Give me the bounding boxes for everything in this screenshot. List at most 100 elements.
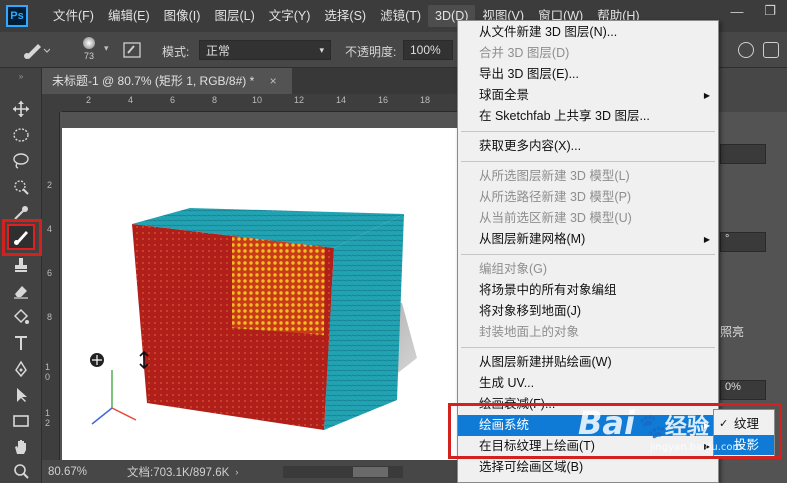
menu-item-generate-uv[interactable]: 生成 UV... <box>458 373 718 394</box>
menu-image[interactable]: 图像(I) <box>157 5 208 27</box>
ruler-tick: 6 <box>47 268 53 278</box>
menu-item-new-3d-layer-from-file[interactable]: 从文件新建 3D 图层(N)... <box>458 22 718 43</box>
close-icon[interactable]: × <box>270 74 277 88</box>
menu-item-new-mesh-from-layer[interactable]: 从图层新建网格(M) ▶ <box>458 229 718 250</box>
panel-select[interactable] <box>720 144 766 164</box>
opacity-label: 不透明度: <box>345 45 397 59</box>
document-size: 文档:703.1K/897.6K <box>127 466 230 479</box>
ruler-corner[interactable] <box>42 94 62 112</box>
mode-label: 模式: <box>162 45 190 59</box>
airbrush-icon[interactable] <box>738 42 754 58</box>
move-tool-icon[interactable] <box>7 96 35 122</box>
illuminate-label: 照亮 <box>720 325 745 339</box>
axis-widget[interactable] <box>91 370 137 425</box>
menu-file[interactable]: 文件(F) <box>46 5 101 27</box>
menu-item-spherical-panorama[interactable]: 球面全景 ▶ <box>458 85 718 106</box>
menu-item-group-objects: 编组对象(G) <box>479 262 548 276</box>
ruler-tick: 14 <box>336 95 347 105</box>
menu-separator <box>461 131 715 132</box>
canvas[interactable] <box>62 128 458 460</box>
pen-tool-icon[interactable] <box>7 356 35 382</box>
ruler-tick: 10 <box>252 95 263 105</box>
horizontal-ruler[interactable]: 2 4 6 8 10 12 14 16 18 <box>62 94 458 112</box>
menu-edit[interactable]: 编辑(E) <box>101 5 157 27</box>
3d-cube-render[interactable] <box>62 128 458 460</box>
status-menu-arrow[interactable]: › <box>235 467 238 477</box>
minimize-button[interactable]: — <box>722 0 752 22</box>
quick-selection-tool-icon[interactable] <box>7 174 35 200</box>
ruler-tick: 8 <box>212 95 218 105</box>
menu-item-new-3d-from-selection: 从当前选区新建 3D 模型(U) <box>479 211 632 225</box>
ruler-tick: 8 <box>47 312 53 322</box>
status-bar: 80.67% 文档:703.1K/897.6K › <box>42 460 458 483</box>
opacity-value: 100% <box>410 43 441 57</box>
cube-highlight-area <box>232 236 325 335</box>
workspace <box>60 112 458 460</box>
submenu-arrow-icon: ▶ <box>703 235 710 244</box>
menu-item-export-3d-layer[interactable]: 导出 3D 图层(E)... <box>458 64 718 85</box>
ruler-tick: 2 <box>86 95 92 105</box>
brush-tip-preview[interactable]: 73 <box>78 35 100 65</box>
chevron-down-icon[interactable]: ▾ <box>104 43 109 54</box>
paint-bucket-tool-icon[interactable] <box>7 304 35 330</box>
ruler-tick: 6 <box>170 95 176 105</box>
submenu-arrow-icon: ▶ <box>703 91 710 100</box>
menu-item-share-sketchfab[interactable]: 在 Sketchfab 上共享 3D 图层... <box>458 106 718 127</box>
clone-stamp-tool-icon[interactable] <box>7 252 35 278</box>
ruler-tick: 1 0 <box>45 362 51 382</box>
ruler-tick: 4 <box>128 95 134 105</box>
zoom-level[interactable]: 80.67% <box>48 466 87 478</box>
horizontal-scrollbar[interactable] <box>283 465 404 478</box>
toolbox: » <box>0 68 42 483</box>
ruler-tick: 16 <box>378 95 389 105</box>
hand-tool-icon[interactable] <box>7 434 35 460</box>
document-tab[interactable]: 未标题-1 @ 80.7% (矩形 1, RGB/8#) * × <box>42 68 292 94</box>
submenu-item-texture[interactable]: ✓ 纹理 <box>714 414 774 434</box>
brush-panel-icon[interactable] <box>122 40 144 60</box>
menu-item-move-to-ground[interactable]: 将对象移到地面(J) <box>458 301 718 322</box>
menu-item-merge-3d-layers: 合并 3D 图层(D) <box>479 46 570 60</box>
menu-item-new-3d-from-layer: 从所选图层新建 3D 模型(L) <box>479 169 630 183</box>
document-title: 未标题-1 @ 80.7% (矩形 1, RGB/8#) * <box>52 74 255 88</box>
marquee-tool-icon[interactable] <box>7 122 35 148</box>
baidu-watermark: Bai🐾经验 <box>578 404 709 442</box>
type-tool-icon[interactable] <box>7 330 35 356</box>
ruler-tick: 1 2 <box>45 408 51 428</box>
panel-percent-select[interactable]: 0% <box>720 380 766 400</box>
ruler-tick: 4 <box>47 224 53 234</box>
menu-item-group-all-objects[interactable]: 将场景中的所有对象编组 <box>458 280 718 301</box>
mode-value: 正常 <box>206 43 231 58</box>
restore-button[interactable]: ❐ <box>755 0 785 22</box>
zoom-tool-icon[interactable] <box>7 458 35 483</box>
menu-filter[interactable]: 滤镜(T) <box>373 5 428 27</box>
menu-separator <box>461 347 715 348</box>
check-icon: ✓ <box>719 418 729 430</box>
rotate-3d-icon[interactable] <box>90 353 104 367</box>
settings-icon[interactable] <box>763 42 779 58</box>
menu-item-new-tiled-painting[interactable]: 从图层新建拼贴绘画(W) <box>458 352 718 373</box>
menu-item-new-3d-from-path: 从所选路径新建 3D 模型(P) <box>479 190 632 204</box>
path-selection-tool-icon[interactable] <box>7 382 35 408</box>
menu-layer[interactable]: 图层(L) <box>207 5 261 27</box>
rectangle-tool-icon[interactable] <box>7 408 35 434</box>
menu-select[interactable]: 选择(S) <box>317 5 373 27</box>
menu-item-select-paintable-area[interactable]: 选择可绘画区域(B) <box>458 457 718 478</box>
mode-select[interactable]: 正常 ▾ <box>199 40 331 60</box>
panel-angle-select[interactable]: ° <box>720 232 766 252</box>
brush-preset-icon[interactable] <box>22 40 51 60</box>
vertical-ruler[interactable]: 2 4 6 8 1 0 1 2 <box>42 112 60 460</box>
opacity-input[interactable]: 100% <box>403 40 453 60</box>
ruler-tick: 2 <box>47 180 53 190</box>
scrollbar-thumb[interactable] <box>353 466 389 477</box>
percent-value: 0% <box>725 381 741 393</box>
menu-type[interactable]: 文字(Y) <box>262 5 318 27</box>
eyedropper-tool-icon[interactable] <box>7 200 35 226</box>
lasso-tool-icon[interactable] <box>7 148 35 174</box>
brush-tool-icon[interactable] <box>7 224 35 250</box>
menu-separator <box>461 254 715 255</box>
eraser-tool-icon[interactable] <box>7 278 35 304</box>
watermark-url: jingyan.baidu.com <box>650 442 743 453</box>
toolbox-grip[interactable]: » <box>10 72 32 81</box>
menu-item-get-more-content[interactable]: 获取更多内容(X)... <box>458 136 718 157</box>
ruler-tick: 18 <box>420 95 431 105</box>
